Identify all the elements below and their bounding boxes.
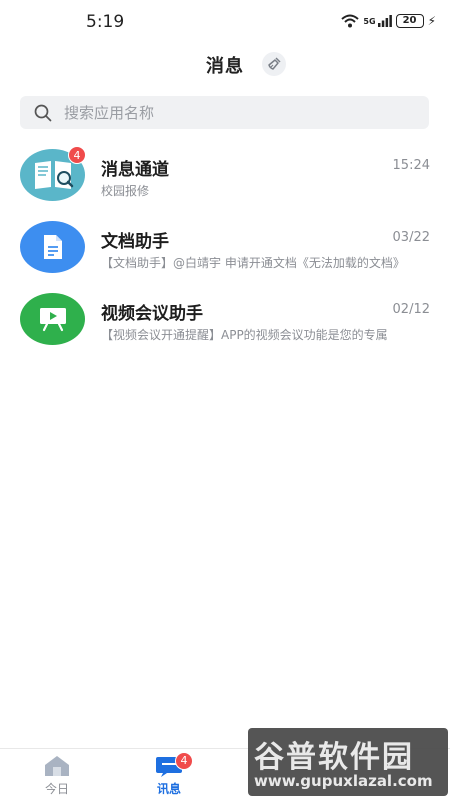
message-preview: 【文档助手】@白靖宇 申请开通文档《无法加载的文档》 [101,256,405,270]
unread-badge: 4 [68,146,86,164]
message-title: 视频会议助手 [101,304,203,324]
network-type: 5G [363,16,376,26]
search-icon [34,104,52,121]
status-bar: 5:19 5G 20 ⚡ [0,0,450,44]
message-title: 消息通道 [101,160,169,180]
tab-today[interactable]: 今日 [27,755,87,799]
message-title: 文档助手 [101,232,169,252]
page-title: 消息 [206,56,244,77]
message-list: 4 消息通道 15:24 校园报修 文档助手 03/22 【文档助手】@白靖宇 … [0,140,450,356]
message-preview: 【视频会议开通提醒】APP的视频会议功能是您的专属 [101,328,388,342]
message-item-video[interactable]: 视频会议助手 02/12 【视频会议开通提醒】APP的视频会议功能是您的专属 [0,284,450,356]
status-icons: 5G 20 ⚡ [341,14,436,28]
message-preview: 校园报修 [101,184,150,198]
broom-icon [268,57,281,70]
page-header: 消息 [0,50,450,80]
message-item-channel[interactable]: 4 消息通道 15:24 校园报修 [0,140,450,212]
message-item-docs[interactable]: 文档助手 03/22 【文档助手】@白靖宇 申请开通文档《无法加载的文档》 [0,212,450,284]
watermark-url: www.gupuxlazal.com [254,772,433,790]
message-time: 15:24 [392,158,430,173]
tab-unread-badge: 4 [175,752,193,770]
battery-icon: 20 [395,14,424,28]
signal-icon [377,15,392,27]
document-icon [20,221,85,273]
search-input[interactable] [64,103,394,122]
tab-label: 今日 [44,782,69,796]
watermark: 谷普软件园 www.gupuxlazal.com [248,728,448,796]
tab-label: 讯息 [156,782,181,796]
clear-unread-button[interactable] [262,52,286,76]
tab-messages[interactable]: 4 讯息 [139,752,199,799]
message-time: 02/12 [392,302,430,317]
presentation-icon [20,293,85,345]
watermark-brand: 谷普软件园 [254,740,414,775]
search-bar[interactable] [20,96,429,129]
message-time: 03/22 [392,230,430,245]
home-icon [45,756,69,776]
status-time: 5:19 [86,12,125,32]
wifi-icon [341,14,360,28]
charging-icon: ⚡ [427,14,436,28]
